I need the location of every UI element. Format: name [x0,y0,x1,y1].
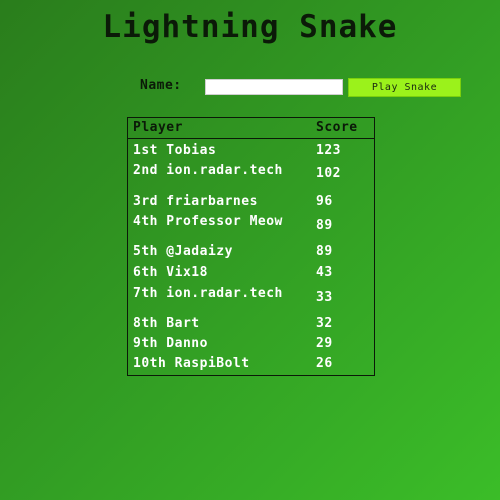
leaderboard-header: Player Score [128,118,374,139]
player-score: 96 [316,194,333,209]
player-name: 2nd ion.radar.tech [133,163,283,178]
player-score: 29 [316,336,333,351]
player-score: 26 [316,356,333,371]
player-name: 9th Danno [133,336,208,351]
score-column-header: Score [316,120,358,135]
player-name: 6th Vix18 [133,265,208,280]
play-snake-button[interactable]: Play Snake [348,78,461,97]
player-score: 32 [316,316,333,331]
name-label: Name: [140,78,182,93]
player-score: 43 [316,265,333,280]
player-name: 3rd friarbarnes [133,194,258,209]
player-score: 123 [316,143,341,158]
player-name: 7th ion.radar.tech [133,286,283,301]
game-page: { "title": "Lightning Snake", "form": { … [0,0,500,500]
leaderboard-table: Player Score 1st Tobias 123 2nd ion.rada… [127,117,375,376]
player-score: 89 [316,244,333,259]
name-input[interactable] [205,79,343,95]
player-name: 1st Tobias [133,143,217,158]
player-score: 102 [316,166,341,181]
player-name: 5th @Jadaizy [133,244,233,259]
game-title: Lightning Snake [102,9,398,45]
player-score: 89 [316,218,333,233]
player-column-header: Player [133,120,183,135]
player-name: 10th RaspiBolt [133,356,250,371]
player-name: 8th Bart [133,316,200,331]
player-name: 4th Professor Meow [133,214,283,229]
player-score: 33 [316,290,333,305]
